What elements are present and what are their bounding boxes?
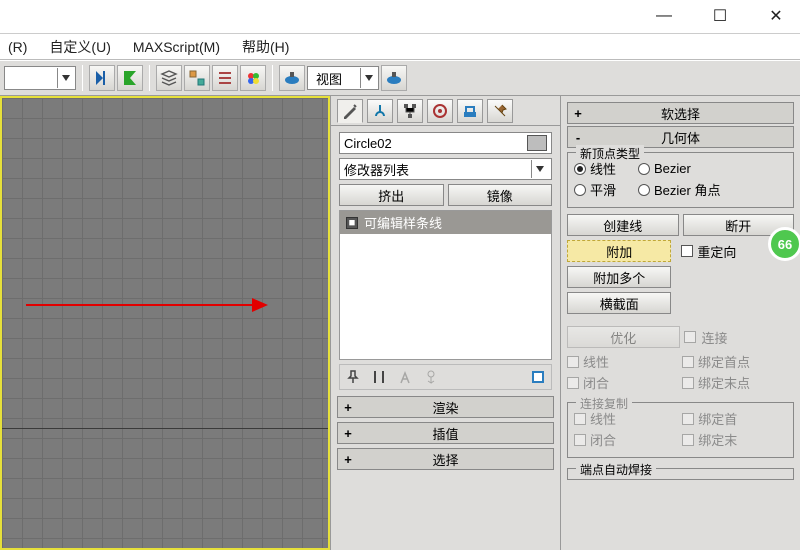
make-unique-icon[interactable] [396,368,414,386]
close-checkbox[interactable] [567,377,579,389]
modifier-list-dropdown[interactable]: 修改器列表 [339,158,552,180]
connect-copy-title: 连接复制 [576,395,632,412]
toolbar-schematic-button[interactable] [184,65,210,91]
linear-checkbox[interactable] [567,356,579,368]
bind-first-label: 绑定首点 [698,352,750,371]
chevron-down-icon [57,68,73,88]
modifier-list-label: 修改器列表 [344,160,409,179]
hierarchy-tab[interactable] [367,99,393,123]
attach-button[interactable]: 附加 [567,240,671,262]
show-end-result-icon[interactable] [370,368,388,386]
display-tab[interactable] [427,99,453,123]
rollout-interpolation[interactable]: +插值 [337,422,554,444]
rollout-render[interactable]: +渲染 [337,396,554,418]
close2-label: 闭合 [590,430,616,449]
linear-label: 线性 [583,352,609,371]
object-name-input[interactable] [344,136,494,151]
modifier-stack[interactable]: ■ 可编辑样条线 [339,210,552,360]
vertex-type-group: 新顶点类型 线性 Bezier 平滑 Bezier 角点 [567,152,794,208]
menu-render[interactable]: (R) [4,37,31,57]
remove-modifier-icon[interactable] [422,368,440,386]
window-minimize-button[interactable]: — [650,4,678,28]
mirror-button[interactable]: 镜像 [448,184,553,206]
connect-checkbox[interactable] [684,331,696,343]
reorient-checkbox[interactable] [681,245,693,257]
toolbar-render-setup-button[interactable] [279,65,305,91]
viewport-grid [2,98,328,548]
layer-dropdown[interactable] [4,66,76,90]
object-name-field[interactable] [339,132,552,154]
rollout-soft-selection[interactable]: +软选择 [567,102,794,124]
auto-weld-title: 端点自动焊接 [576,461,656,478]
stack-item-editable-spline[interactable]: ■ 可编辑样条线 [340,211,551,234]
toolbar-bookmark-button[interactable] [117,65,143,91]
expand-icon[interactable]: ■ [346,217,358,229]
radio-linear[interactable] [574,163,586,175]
tools-tab[interactable] [487,99,513,123]
menu-help[interactable]: 帮助(H) [238,35,293,59]
toolbar-keyframe-prev-button[interactable] [89,65,115,91]
toolbar-layers-button[interactable] [156,65,182,91]
radio-bezier-label: Bezier [654,161,691,176]
radio-bezier[interactable] [638,163,650,175]
optimize-button[interactable]: 优化 [567,326,680,348]
bind-last-label: 绑定末点 [698,373,750,392]
motion-tab[interactable] [397,99,423,123]
toolbar-list-button[interactable] [212,65,238,91]
toolbar-quick-render-button[interactable] [381,65,407,91]
toolbar-material-button[interactable] [240,65,266,91]
cross-section-button[interactable]: 横截面 [567,292,671,314]
bind-first-checkbox[interactable] [682,356,694,368]
chevron-down-icon [360,68,376,88]
bind-first2-checkbox[interactable] [682,413,694,425]
linear3-checkbox[interactable] [574,413,586,425]
annotation-badge: 66 [768,227,800,261]
view-dropdown[interactable]: 视图 [307,66,379,90]
menu-maxscript[interactable]: MAXScript(M) [129,37,224,57]
stack-toolbar [339,364,552,390]
pin-stack-icon[interactable] [344,368,362,386]
radio-bezier-corner[interactable] [638,184,650,196]
close2-checkbox[interactable] [574,434,586,446]
annotation-red-arrow [26,304,254,306]
radio-bezier-corner-label: Bezier 角点 [654,180,720,199]
menu-customize[interactable]: 自定义(U) [45,35,114,59]
viewport-horizontal-axis [2,428,328,429]
extrude-button[interactable]: 挤出 [339,184,444,206]
window-close-button[interactable]: ✕ [762,4,790,28]
geometry-panel: 66 +软选择 -几何体 新顶点类型 线性 Bezier 平滑 Bezier 角… [560,96,800,550]
close-label: 闭合 [583,373,609,392]
create-line-button[interactable]: 创建线 [567,214,679,236]
command-panel-tabs [331,96,560,126]
object-color-swatch[interactable] [527,135,547,151]
connect-label: 连接 [702,328,728,347]
menubar: (R) 自定义(U) MAXScript(M) 帮助(H) [0,34,800,60]
radio-smooth-label: 平滑 [590,180,616,199]
viewport[interactable] [0,96,330,550]
rollout-selection[interactable]: +选择 [337,448,554,470]
main-toolbar: 视图 [0,60,800,96]
vertex-type-title: 新顶点类型 [576,145,644,162]
auto-weld-group: 端点自动焊接 [567,468,794,480]
bind-last2-label: 绑定末 [698,430,737,449]
radio-smooth[interactable] [574,184,586,196]
modify-tab[interactable] [337,99,363,123]
configure-sets-icon[interactable] [529,368,547,386]
window-titlebar: — ☐ ✕ [0,0,800,34]
connect-copy-group: 连接复制 线性 绑定首 闭合 绑定末 [567,402,794,458]
bind-first2-label: 绑定首 [698,409,737,428]
attach-multiple-button[interactable]: 附加多个 [567,266,671,288]
command-panel: 修改器列表 挤出 镜像 ■ 可编辑样条线 +渲染 +插值 +选择 [330,96,560,550]
utilities-tab[interactable] [457,99,483,123]
bind-last-checkbox[interactable] [682,377,694,389]
reorient-label: 重定向 [697,242,736,261]
stack-item-label: 可编辑样条线 [364,213,442,232]
bind-last2-checkbox[interactable] [682,434,694,446]
window-maximize-button[interactable]: ☐ [706,4,734,28]
chevron-down-icon [531,160,547,178]
